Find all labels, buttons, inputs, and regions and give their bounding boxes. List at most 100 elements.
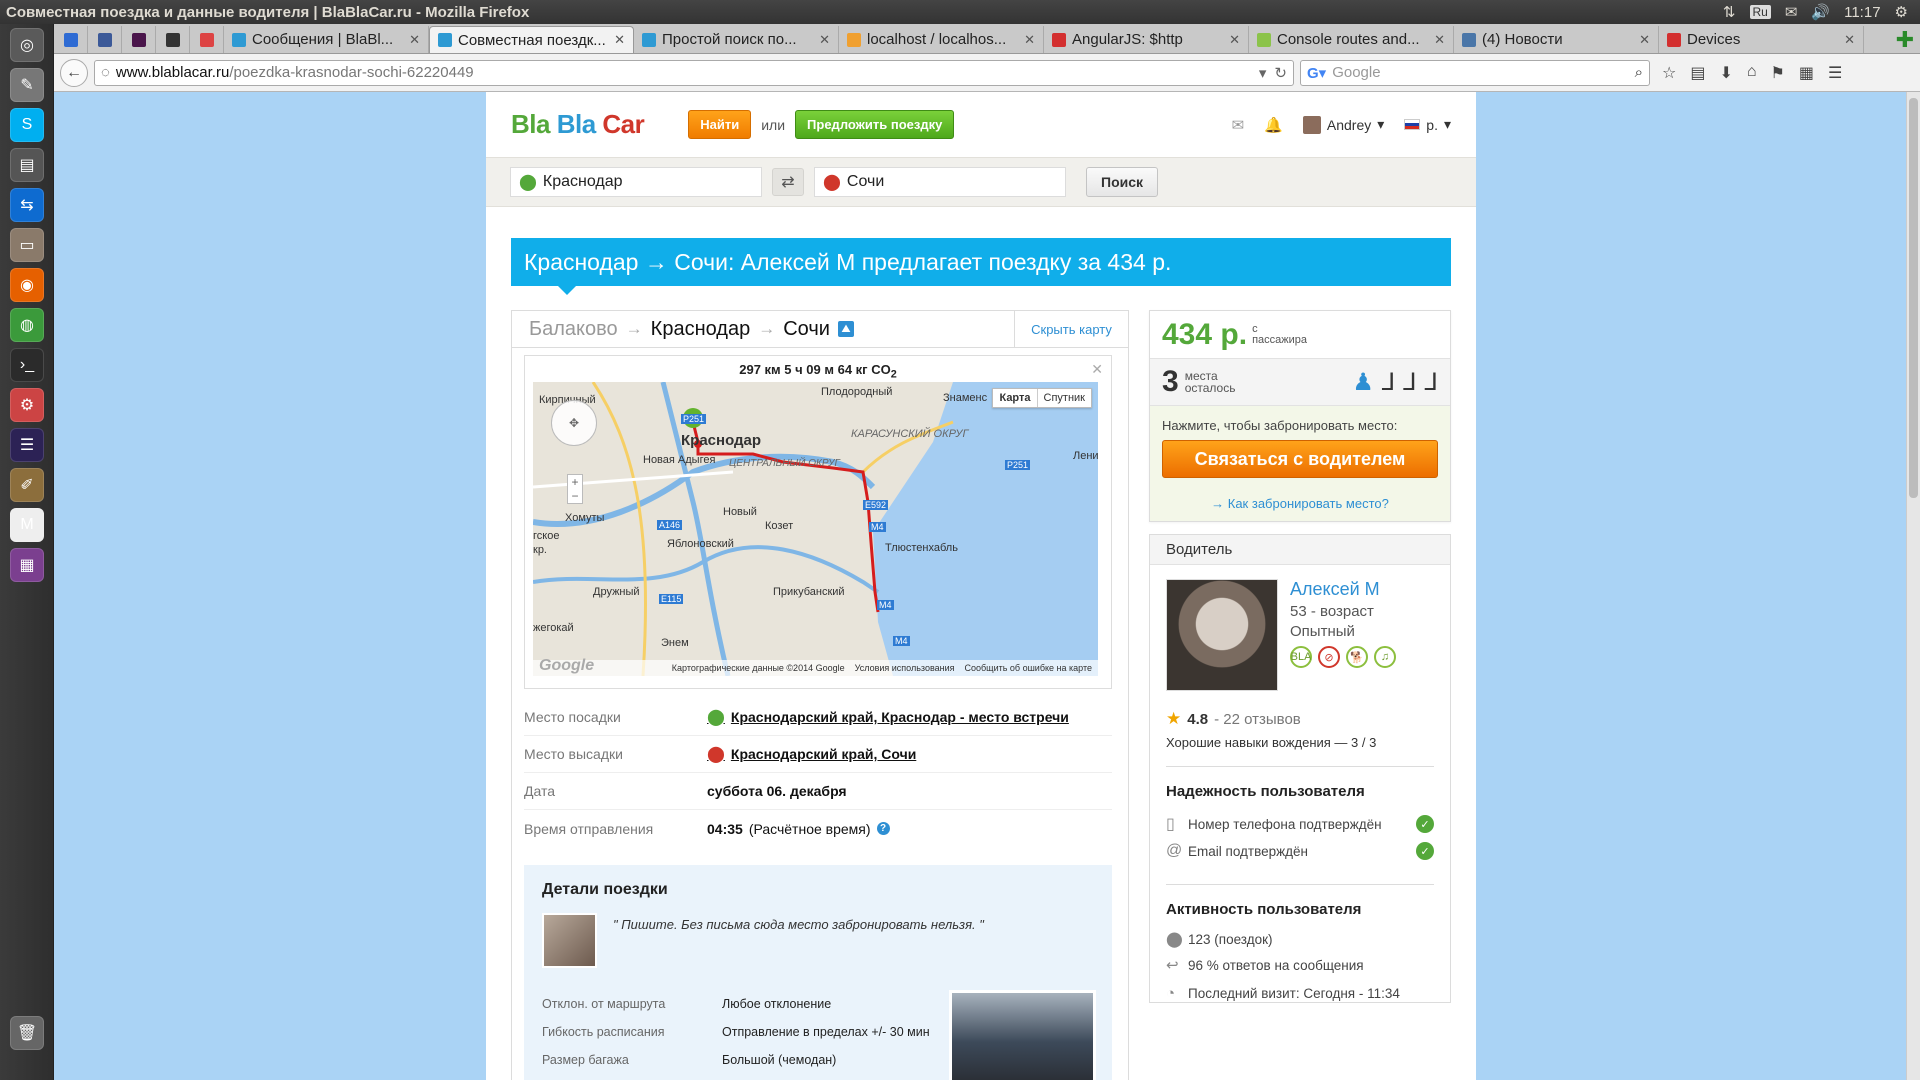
close-icon[interactable]: ✕ (1434, 32, 1445, 48)
pinned-tab[interactable] (54, 26, 88, 53)
map-terms-link[interactable]: Условия использования (855, 663, 955, 673)
satellite-type-button[interactable]: Спутник (1038, 389, 1091, 407)
contact-driver-button[interactable]: Связаться с водителем (1162, 440, 1438, 478)
pickup-link[interactable]: ⬤ Краснодарский край, Краснодар - место в… (707, 707, 1069, 727)
driver-name-link[interactable]: Алексей М (1290, 579, 1396, 600)
close-icon[interactable]: ✕ (1229, 32, 1240, 48)
route-map[interactable]: F Кирпичный Плодородный Знаменс Краснода… (533, 382, 1098, 676)
terminal-manager-icon[interactable]: ▤ (10, 148, 44, 182)
route-stats: 297 км 5 ч 09 м 64 кг CO2 (739, 362, 897, 381)
power-icon[interactable]: ⚙ (1895, 3, 1908, 21)
close-icon[interactable]: ✕ (1024, 32, 1035, 48)
rating[interactable]: ★ 4.8 - 22 отзывов (1150, 691, 1450, 729)
pinned-tab[interactable] (156, 26, 190, 53)
close-icon[interactable]: ✕ (1091, 361, 1103, 378)
to-city-input[interactable]: ⬤ Сочи (814, 167, 1066, 197)
scrollbar[interactable] (1906, 92, 1920, 1080)
close-icon[interactable]: ✕ (819, 32, 830, 48)
browser-tab[interactable]: (4) Новости ✕ (1454, 26, 1659, 53)
seats-count: 3 (1162, 365, 1179, 398)
browser-tab[interactable]: Простой поиск по... ✕ (634, 26, 839, 53)
skype-icon[interactable]: S (10, 108, 44, 142)
map-report-link[interactable]: Сообщить об ошибке на карте (965, 663, 1092, 673)
dropoff-link[interactable]: ⬤ Краснодарский край, Сочи (707, 744, 916, 764)
currency-menu[interactable]: р. ▾ (1404, 116, 1451, 133)
car-photo[interactable] (949, 990, 1096, 1080)
home-icon[interactable]: ⌂ (1747, 63, 1757, 83)
browser-tab[interactable]: AngularJS: $http ✕ (1044, 26, 1249, 53)
pinned-tab[interactable] (88, 26, 122, 53)
how-to-book-link[interactable]: → Как забронировать место? (1162, 496, 1438, 511)
trash-icon[interactable]: 🗑 (10, 1016, 44, 1050)
mail-icon[interactable]: ✉ (1785, 3, 1798, 21)
map-copyright: Картографические данные ©2014 Google (671, 663, 845, 673)
pan-control[interactable]: ✥ (551, 400, 597, 446)
bookmark-star-icon[interactable]: ☆ (1662, 63, 1676, 83)
zoom-control[interactable]: + − (567, 474, 583, 504)
offer-ride-button[interactable]: Предложить поездку (795, 110, 955, 139)
browser-tab[interactable]: Сообщения | BlaBl... ✕ (224, 26, 429, 53)
google-icon[interactable]: G▾ (1307, 64, 1326, 82)
pencil-tool-icon[interactable]: ✐ (10, 468, 44, 502)
clock[interactable]: 11:17 (1844, 4, 1880, 21)
dash-icon[interactable]: ◎ (10, 28, 44, 62)
new-tab-button[interactable]: ✚ (1890, 26, 1920, 53)
terminal-icon[interactable]: ›_ (10, 348, 44, 382)
close-icon[interactable]: ✕ (1639, 32, 1650, 48)
user-menu[interactable]: Andrey ▾ (1302, 115, 1384, 134)
firefox-icon[interactable]: ◉ (10, 268, 44, 302)
close-icon[interactable]: ✕ (409, 32, 420, 48)
driver-photo[interactable] (1166, 579, 1278, 691)
avatar[interactable] (542, 913, 597, 968)
notifications-icon[interactable]: 🔔 (1264, 116, 1283, 134)
browser-tab[interactable]: localhost / localhos... ✕ (839, 26, 1044, 53)
map-type-button[interactable]: Карта (993, 389, 1038, 407)
find-button[interactable]: Найти (688, 110, 752, 139)
hide-map-link[interactable]: Скрыть карту (1014, 310, 1128, 348)
network-icon[interactable]: ⇅ (1723, 3, 1736, 21)
download-icon[interactable]: ⬇ (1719, 63, 1732, 83)
settings-icon[interactable]: ⚙ (10, 388, 44, 422)
browser-tab[interactable]: Совместная поездк... ✕ (429, 26, 634, 53)
back-button[interactable]: ← (60, 58, 88, 87)
teamviewer-icon[interactable]: ⇆ (10, 188, 44, 222)
volume-icon[interactable]: 🔊 (1811, 3, 1830, 21)
swap-cities-button[interactable]: ⇄ (772, 168, 804, 196)
close-icon[interactable]: ✕ (614, 32, 625, 48)
gmail-icon[interactable]: M (10, 508, 44, 542)
chrome-icon[interactable]: ◍ (10, 308, 44, 342)
favicon-icon (847, 32, 861, 47)
url-bar[interactable]: ◌ www.blablacar.ru/poezdka-krasnodar-soc… (94, 59, 1294, 86)
scrollbar-thumb[interactable] (1909, 98, 1918, 498)
text-editor-icon[interactable]: ✎ (10, 68, 44, 102)
bookmarks-icon[interactable]: ▤ (1690, 63, 1705, 83)
keyboard-layout[interactable]: Ru (1749, 5, 1771, 19)
eclipse-icon[interactable]: ☰ (10, 428, 44, 462)
help-icon[interactable]: ? (876, 822, 890, 835)
dropdown-icon[interactable]: ▾ (1259, 64, 1267, 82)
blablacar-logo[interactable]: Bla Bla Car (511, 109, 645, 140)
files-icon[interactable]: ▭ (10, 228, 44, 262)
price-box: 434 р. с пассажира 3 места осталось ♟ ⅃ ⅃ … (1149, 310, 1451, 522)
map-label: Знаменс (943, 392, 988, 404)
search-bar[interactable]: G▾ Google ⌕ (1300, 59, 1650, 86)
pinned-tab[interactable] (190, 26, 224, 53)
route-from: Краснодар (650, 317, 751, 340)
workspaces-icon[interactable]: ▦ (10, 548, 44, 582)
reload-icon[interactable]: ↻ (1274, 64, 1287, 82)
close-icon[interactable]: ✕ (1844, 32, 1855, 48)
pinned-tab[interactable] (122, 26, 156, 53)
search-button[interactable]: Поиск (1086, 167, 1159, 197)
from-city-input[interactable]: ⬤ Краснодар (510, 167, 762, 197)
search-icon[interactable]: ⌕ (1635, 64, 1643, 81)
pin-red-icon: ⬤ (707, 746, 725, 763)
map-label: кр. (533, 544, 547, 556)
messages-icon[interactable]: ✉ (1232, 116, 1245, 134)
addon-icon[interactable]: ⚑ (1771, 63, 1785, 83)
extension-icon[interactable]: ▦ (1799, 63, 1814, 83)
browser-tab[interactable]: Console routes and... ✕ (1249, 26, 1454, 53)
browser-tab[interactable]: Devices ✕ (1659, 26, 1864, 53)
favicon-icon (1052, 32, 1066, 47)
menu-icon[interactable]: ☰ (1828, 63, 1842, 83)
map-footer: Картографические данные ©2014 Google Усл… (533, 660, 1098, 676)
